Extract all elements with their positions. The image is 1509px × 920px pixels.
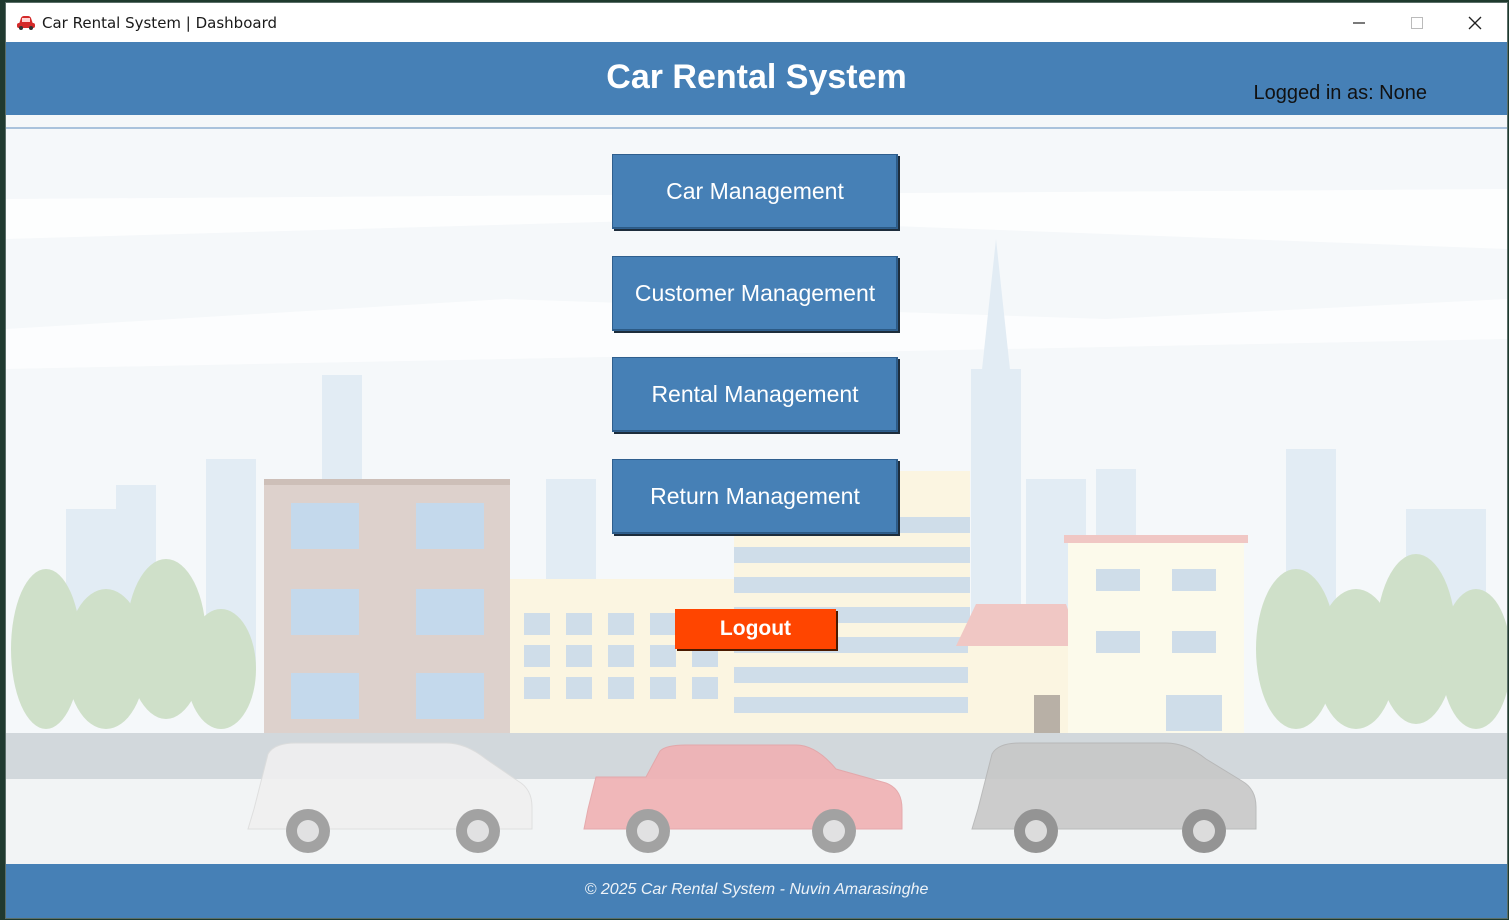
customer-management-button[interactable]: Customer Management bbox=[612, 256, 898, 331]
logout-button[interactable]: Logout bbox=[675, 609, 836, 649]
red-car-icon bbox=[17, 16, 35, 30]
app-header: Car Rental System Logged in as: None bbox=[6, 42, 1507, 115]
app-window: Car Rental System | Dashboard Car Rental… bbox=[6, 3, 1507, 918]
minimize-icon bbox=[1353, 22, 1365, 24]
app-footer: © 2025 Car Rental System - Nuvin Amarasi… bbox=[6, 864, 1507, 918]
window-title: Car Rental System | Dashboard bbox=[42, 14, 277, 32]
rental-management-button[interactable]: Rental Management bbox=[612, 357, 898, 432]
car-management-button[interactable]: Car Management bbox=[612, 154, 898, 229]
maximize-button[interactable] bbox=[1388, 3, 1446, 42]
return-management-button[interactable]: Return Management bbox=[612, 459, 898, 534]
close-icon bbox=[1468, 16, 1482, 30]
minimize-button[interactable] bbox=[1330, 3, 1388, 42]
close-button[interactable] bbox=[1446, 3, 1504, 42]
copyright-text: © 2025 Car Rental System - Nuvin Amarasi… bbox=[584, 881, 929, 898]
login-status: Logged in as: None bbox=[1253, 82, 1427, 104]
maximize-icon bbox=[1411, 17, 1423, 29]
title-bar: Car Rental System | Dashboard bbox=[6, 3, 1507, 42]
